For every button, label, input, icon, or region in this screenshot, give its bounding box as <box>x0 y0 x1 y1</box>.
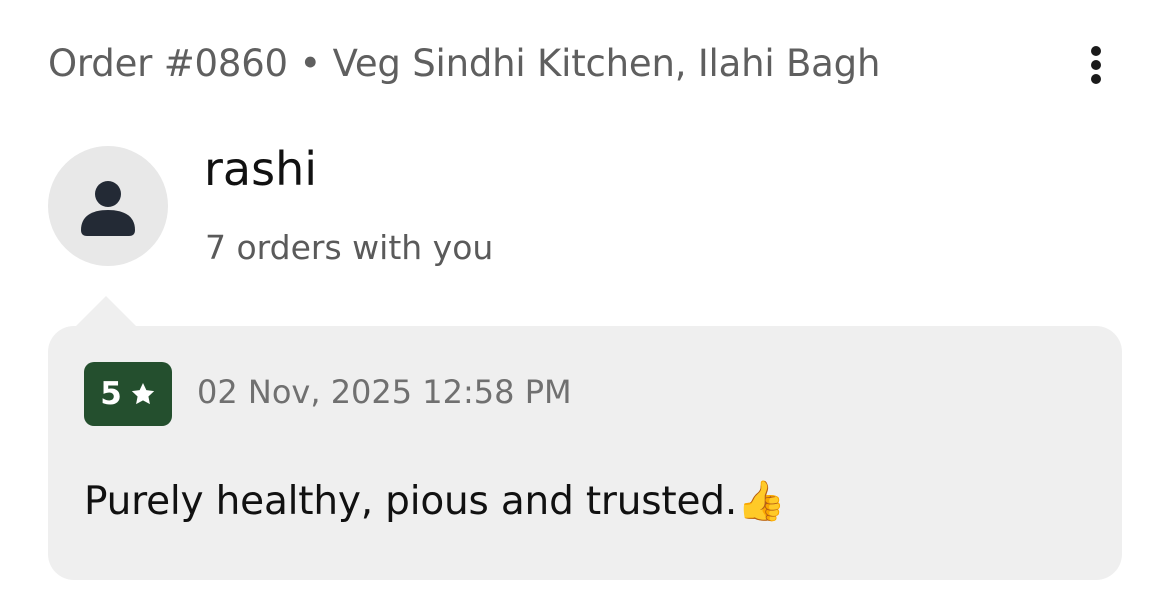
review-text: Purely healthy, pious and trusted.👍 <box>84 479 786 524</box>
avatar <box>48 146 168 266</box>
review-card <box>48 326 1122 580</box>
rating-value: 5 <box>100 376 122 412</box>
customer-name: rashi <box>204 142 318 196</box>
person-icon <box>81 181 135 236</box>
orders-count: 7 orders with you <box>205 228 494 267</box>
order-title: Order #0860 • Veg Sindhi Kitchen, Ilahi … <box>48 42 881 85</box>
more-options-button[interactable] <box>1078 40 1114 90</box>
card-pointer <box>74 296 138 328</box>
rating-badge: 5 <box>84 362 172 426</box>
review-date: 02 Nov, 2025 12:58 PM <box>197 373 572 411</box>
star-icon <box>131 382 154 405</box>
more-vertical-icon <box>1091 46 1101 56</box>
